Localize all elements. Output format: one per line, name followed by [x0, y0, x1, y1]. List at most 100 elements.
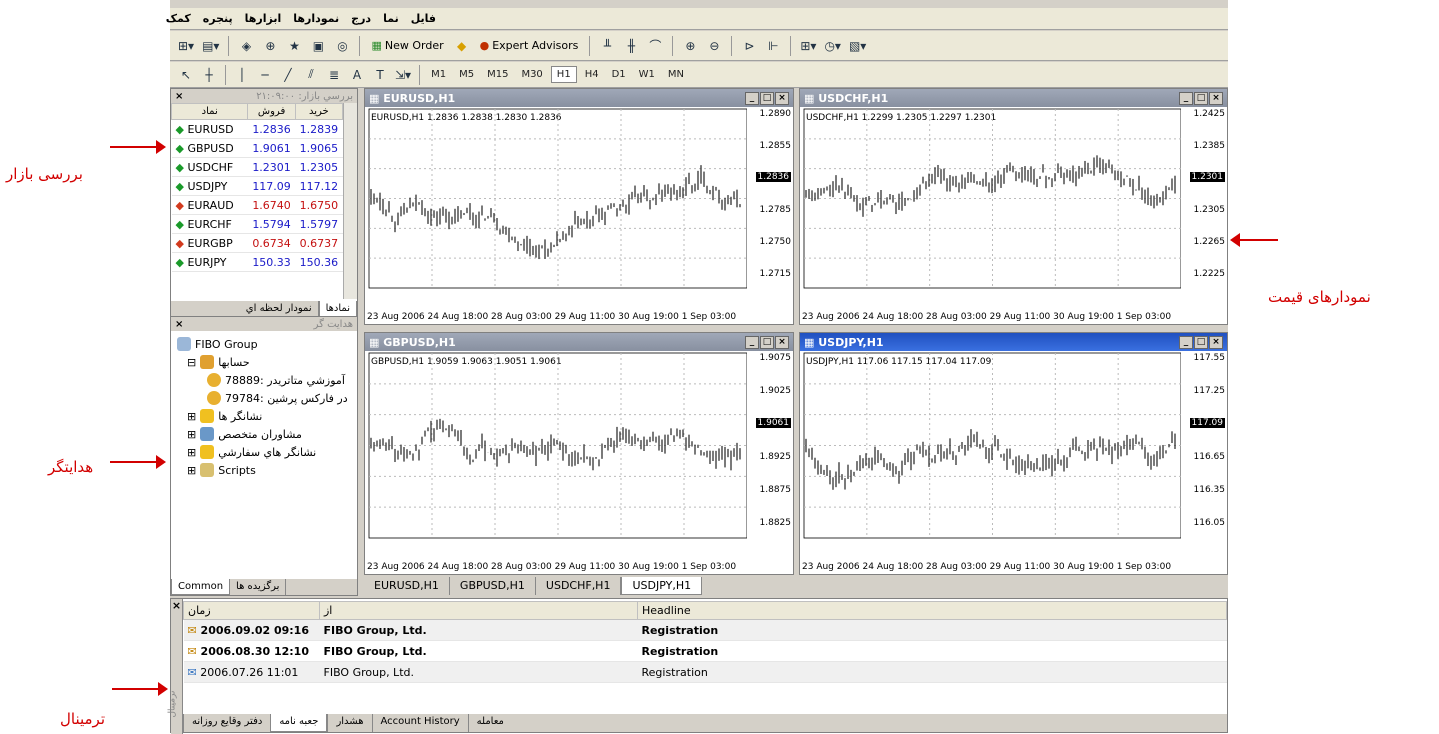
tf-d1[interactable]: D1 [607, 67, 631, 82]
new-order-button[interactable]: ▦ New Order [367, 35, 447, 57]
terminal-icon[interactable]: ▣ [308, 36, 328, 56]
chart-titlebar[interactable]: ▦ GBPUSD,H1 _ □ × [365, 333, 793, 351]
tab-favorites[interactable]: برگزيده ها [230, 579, 287, 595]
close-icon[interactable]: × [1209, 91, 1223, 105]
maximize-icon[interactable]: □ [1194, 91, 1208, 105]
col-headline[interactable]: Headline [637, 601, 1227, 620]
chart-shift-icon[interactable]: ⊩ [763, 36, 783, 56]
symbol-row[interactable]: ◆ EURAUD 1.6740 1.6750 [171, 195, 343, 215]
chart-window-usdjpy[interactable]: ▦ USDJPY,H1 _ □ × USDJPY,H1 117.06 117.15 … [799, 332, 1228, 575]
tab-mailbox[interactable]: جعبه نامه [270, 714, 328, 732]
tab-alerts[interactable]: هشدار [327, 714, 371, 732]
minimize-icon[interactable]: _ [745, 91, 759, 105]
zoom-in-icon[interactable]: ⊕ [680, 36, 700, 56]
tree-account-1[interactable]: آموزشي متاتريدر :78889 [177, 371, 351, 389]
horizontal-line-icon[interactable]: ─ [255, 65, 275, 85]
minimize-icon[interactable]: _ [745, 335, 759, 349]
mail-row[interactable]: ✉ 2006.08.30 12:10 FIBO Group, Ltd. Regi… [183, 640, 1227, 662]
chart-tab-gbpusd[interactable]: GBPUSD,H1 [450, 577, 536, 595]
chart-titlebar[interactable]: ▦ USDJPY,H1 _ □ × [800, 333, 1227, 351]
menu-tools[interactable]: ابزارها [239, 12, 288, 25]
metaeditor-icon[interactable]: ◆ [452, 36, 472, 56]
expert-advisors-button[interactable]: ● Expert Advisors [476, 35, 583, 57]
vertical-line-icon[interactable]: │ [232, 65, 252, 85]
autoscroll-icon[interactable]: ⊳ [739, 36, 759, 56]
profiles-icon[interactable]: ▤▾ [200, 36, 221, 56]
cursor-icon[interactable]: ↖ [176, 65, 196, 85]
col-ask[interactable]: خريد [294, 103, 344, 120]
chart-window-usdchf[interactable]: ▦ USDCHF,H1 _ □ × USDCHF,H1 1.2299 1.2305 … [799, 88, 1228, 325]
menu-view[interactable]: نما [377, 12, 405, 25]
tab-trade[interactable]: معامله [467, 714, 512, 732]
tf-m5[interactable]: M5 [454, 67, 479, 82]
tf-m30[interactable]: M30 [516, 67, 547, 82]
symbol-row[interactable]: ◆ EURUSD 1.2836 1.2839 [171, 119, 343, 139]
minimize-icon[interactable]: _ [1179, 335, 1193, 349]
mail-row[interactable]: ✉ 2006.09.02 09:16 FIBO Group, Ltd. Regi… [183, 619, 1227, 641]
chart-tab-eurusd[interactable]: EURUSD,H1 [364, 577, 450, 595]
tab-common[interactable]: Common [171, 579, 231, 595]
indicators-icon[interactable]: ⊞▾ [798, 36, 818, 56]
col-symbol[interactable]: نماد [170, 103, 249, 120]
chart-window-gbpusd[interactable]: ▦ GBPUSD,H1 _ □ × GBPUSD,H1 1.9059 1.9063 … [364, 332, 794, 575]
trendline-icon[interactable]: ╱ [278, 65, 298, 85]
text-icon[interactable]: A [347, 65, 367, 85]
channel-icon[interactable]: ⫽ [301, 65, 321, 85]
maximize-icon[interactable]: □ [760, 91, 774, 105]
menu-charts[interactable]: نمودارها [287, 12, 345, 25]
chart-titlebar[interactable]: ▦ USDCHF,H1 _ □ × [800, 89, 1227, 107]
close-icon[interactable]: × [775, 91, 789, 105]
periods-icon[interactable]: ◷▾ [822, 36, 843, 56]
symbol-row[interactable]: ◆ EURGBP 0.6734 0.6737 [171, 233, 343, 253]
tf-w1[interactable]: W1 [634, 67, 660, 82]
tf-mn[interactable]: MN [663, 67, 689, 82]
close-icon[interactable]: × [1209, 335, 1223, 349]
col-from[interactable]: از [319, 601, 638, 620]
tf-h4[interactable]: H4 [580, 67, 604, 82]
menu-insert[interactable]: درج [345, 12, 377, 25]
close-icon[interactable]: × [775, 335, 789, 349]
text-label-icon[interactable]: T [370, 65, 390, 85]
close-icon[interactable]: × [175, 319, 183, 330]
tree-custom-indicators[interactable]: ⊞ نشانگر هاي سفارشي [177, 443, 351, 461]
tester-icon[interactable]: ◎ [332, 36, 352, 56]
chart-titlebar[interactable]: ▦ EURUSD,H1 _ □ × [365, 89, 793, 107]
tree-experts[interactable]: ⊞ مشاوران متخصص [177, 425, 351, 443]
scrollbar[interactable] [343, 103, 357, 299]
col-time[interactable]: زمان [183, 601, 320, 620]
fibonacci-icon[interactable]: ≣ [324, 65, 344, 85]
tree-account-2[interactable]: در فارکس پرشين :79784 [177, 389, 351, 407]
tab-symbols[interactable]: نمادها [318, 301, 357, 317]
menu-file[interactable]: فایل [405, 12, 442, 25]
tree-indicators[interactable]: ⊞ نشانگر ها [177, 407, 351, 425]
data-window-icon[interactable]: ⊕ [260, 36, 280, 56]
tab-journal[interactable]: دفتر وقايع روزانه [183, 714, 270, 732]
price-chart[interactable] [800, 351, 1181, 554]
tab-tick-chart[interactable]: نمودار لحظه اي [240, 301, 319, 317]
price-chart[interactable] [365, 107, 747, 304]
symbol-row[interactable]: ◆ EURCHF 1.5794 1.5797 [171, 214, 343, 234]
chart-window-eurusd[interactable]: ▦ EURUSD,H1 _ □ × EURUSD,H1 1.2836 1.2838 … [364, 88, 794, 325]
price-chart[interactable] [365, 351, 747, 554]
crosshair-icon[interactable]: ┼ [199, 65, 219, 85]
chart-tab-usdjpy[interactable]: USDJPY,H1 [621, 577, 703, 595]
market-watch-icon[interactable]: ◈ [236, 36, 256, 56]
tf-h1[interactable]: H1 [550, 66, 577, 83]
tf-m15[interactable]: M15 [482, 67, 513, 82]
price-chart[interactable] [800, 107, 1181, 304]
close-icon[interactable]: × [175, 91, 183, 102]
col-bid[interactable]: فروش [247, 103, 296, 120]
menu-window[interactable]: پنجره [197, 12, 239, 25]
tree-root[interactable]: FIBO Group [177, 335, 351, 353]
symbol-row[interactable]: ◆ USDJPY 117.09 117.12 [171, 176, 343, 196]
new-chart-icon[interactable]: ⊞▾ [176, 36, 196, 56]
mail-row[interactable]: ✉ 2006.07.26 11:01 FIBO Group, Ltd. Regi… [183, 661, 1227, 683]
navigator-icon[interactable]: ★ [284, 36, 304, 56]
arrows-icon[interactable]: ⇲▾ [393, 65, 413, 85]
zoom-out-icon[interactable]: ⊖ [704, 36, 724, 56]
close-icon[interactable]: × [171, 599, 182, 612]
menu-help[interactable]: کمک [160, 12, 197, 25]
maximize-icon[interactable]: □ [1194, 335, 1208, 349]
templates-icon[interactable]: ▧▾ [847, 36, 868, 56]
symbol-row[interactable]: ◆ USDCHF 1.2301 1.2305 [171, 157, 343, 177]
